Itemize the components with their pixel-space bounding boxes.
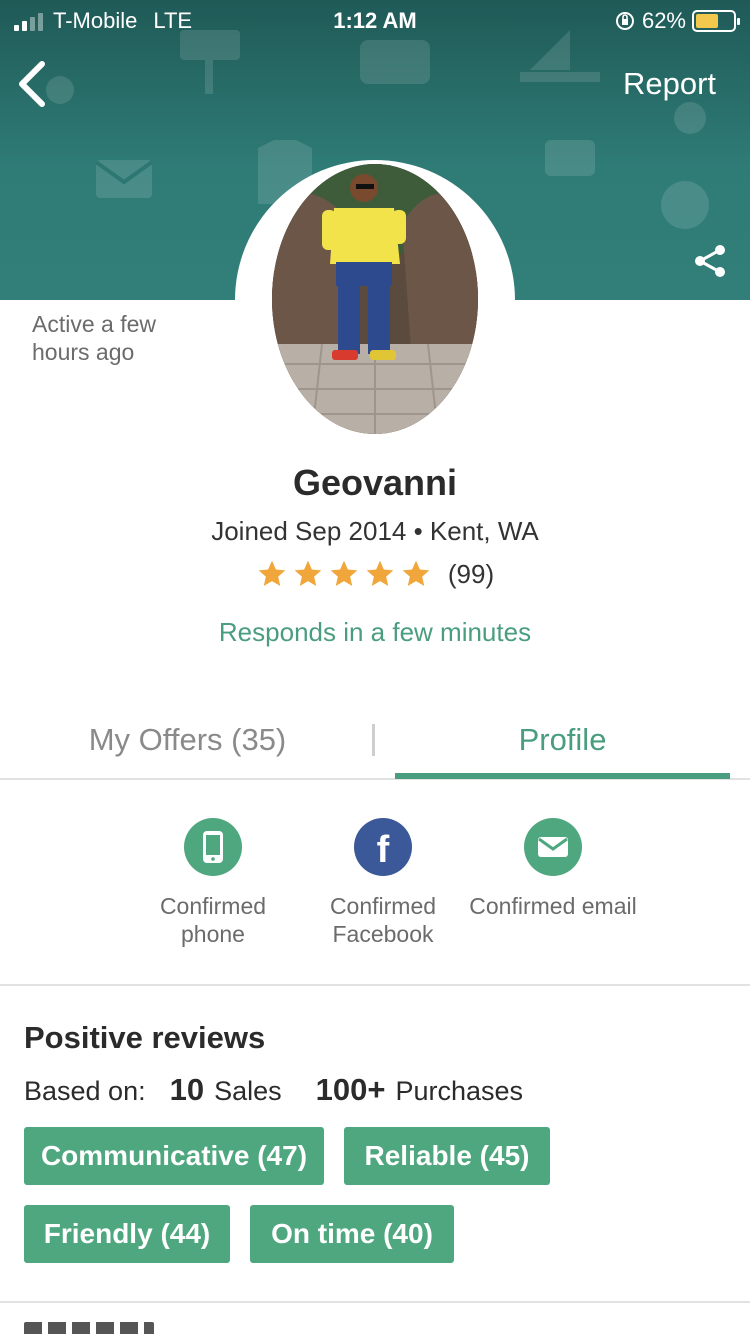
email-icon: [524, 818, 582, 876]
star-icon: [294, 560, 322, 586]
avatar[interactable]: [272, 164, 478, 434]
verification-facebook[interactable]: f Confirmed Facebook: [298, 818, 468, 948]
back-chevron-icon[interactable]: [14, 58, 54, 110]
share-icon[interactable]: [692, 244, 728, 278]
user-name: Geovanni: [292, 462, 458, 503]
sales-label: Sales: [214, 1076, 282, 1106]
verification-label: Confirmed phone: [159, 893, 267, 947]
tab-divider: [372, 724, 375, 756]
phone-icon: [184, 818, 242, 876]
based-on-label: Based on:: [24, 1076, 146, 1106]
section-divider: [0, 1301, 750, 1303]
avatar-photo: [272, 164, 478, 434]
purchases-label: Purchases: [395, 1076, 524, 1106]
status-bar: T-Mobile LTE 1:12 AM 62%: [0, 0, 750, 42]
tab-my-offers[interactable]: My Offers (35): [0, 722, 375, 758]
verifications: Confirmed phone f Confirmed Facebook Con…: [0, 818, 750, 984]
review-tag-friendly[interactable]: Friendly (44): [24, 1205, 230, 1263]
profile-tabs: My Offers (35) Profile: [0, 700, 750, 780]
next-section-heading-cutoff: [24, 1322, 164, 1334]
orientation-lock-icon: [615, 12, 634, 30]
battery-percent: 62%: [641, 8, 686, 33]
join-location: Joined Sep 2014 • Kent, WA: [211, 516, 539, 546]
active-tab-indicator: [395, 773, 730, 779]
sales-count: 10: [169, 1072, 205, 1107]
rating-count: (99): [447, 558, 495, 589]
review-tag-reliable[interactable]: Reliable (45): [344, 1127, 550, 1185]
verification-email[interactable]: Confirmed email: [468, 818, 638, 920]
star-icon: [258, 560, 286, 586]
tab-profile[interactable]: Profile: [395, 722, 730, 758]
review-tag-on-time[interactable]: On time (40): [250, 1205, 454, 1263]
star-icon: [330, 560, 358, 586]
star-icon: [366, 560, 394, 586]
rating-stars: [256, 558, 432, 590]
report-button[interactable]: Report: [623, 66, 716, 102]
reviews-title: Positive reviews: [24, 1020, 266, 1055]
battery-icon: [692, 10, 740, 32]
section-divider: [0, 984, 750, 986]
review-tag-communicative[interactable]: Communicative (47): [24, 1127, 324, 1185]
verification-label: Confirmed Facebook: [329, 893, 437, 947]
verification-phone[interactable]: Confirmed phone: [128, 818, 298, 948]
reviews-based-on: Based on: 10 Sales 100+ Purchases: [24, 1072, 523, 1108]
star-icon: [402, 560, 430, 586]
response-time: Responds in a few minutes: [218, 617, 532, 647]
rating[interactable]: (99): [0, 558, 750, 590]
verification-label: Confirmed email: [469, 893, 637, 919]
activity-status: Active a few hours ago: [32, 311, 156, 365]
facebook-icon: f: [354, 818, 412, 876]
purchases-count: 100+: [315, 1072, 386, 1107]
